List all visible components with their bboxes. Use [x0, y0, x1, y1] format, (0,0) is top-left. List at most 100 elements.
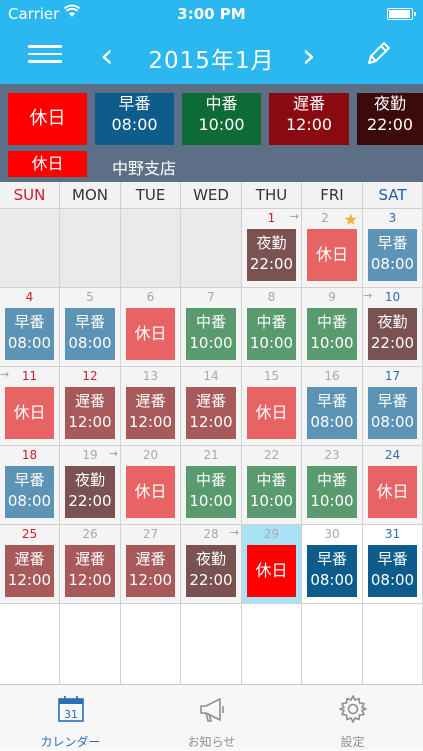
shift-type-chip[interactable]: 早番 08:00 [95, 93, 174, 145]
day-number: 25 [21, 527, 38, 541]
day-cell[interactable]: 6 休日 [121, 288, 181, 367]
day-cell[interactable]: 8 中番 10:00 [242, 288, 302, 367]
day-cell[interactable]: 15 休日 [242, 367, 302, 446]
day-cell[interactable]: 11 → 休日 [0, 367, 60, 446]
day-number: 26 [82, 527, 98, 541]
day-cell[interactable]: 28 → 夜勤 22:00 [181, 525, 242, 604]
day-cell[interactable]: 7 中番 10:00 [181, 288, 242, 367]
day-cell[interactable]: 24 休日 [363, 446, 423, 525]
day-cell[interactable]: 25 遅番 12:00 [0, 525, 60, 604]
shift-name: 早番 [74, 313, 105, 331]
day-number: 27 [142, 527, 159, 541]
shift-time: 12:00 [128, 413, 173, 431]
day-cell[interactable]: 1 → 夜勤 22:00 [242, 209, 302, 288]
shift-time: 08:00 [7, 492, 52, 510]
status-bar: Carrier 3:00 PM [0, 0, 423, 28]
day-number: 13 [142, 369, 159, 383]
day-cell[interactable]: 23 中番 10:00 [302, 446, 363, 525]
day-cell[interactable]: 5 早番 08:00 [60, 288, 121, 367]
shift-type-chip[interactable]: 中番 10:00 [182, 93, 261, 145]
shift-name: 中番 [316, 471, 347, 489]
day-cell[interactable]: 10 → 夜勤 22:00 [363, 288, 423, 367]
shift-type-chip[interactable]: 休日 [8, 93, 87, 145]
shift-badge: 休日 [5, 387, 54, 439]
edit-button[interactable] [362, 38, 394, 70]
shift-name: 休日 [315, 245, 348, 264]
shift-time: 10:00 [189, 334, 233, 352]
shift-name: 早番 [316, 550, 347, 568]
day-cell[interactable]: 12 遅番 12:00 [60, 367, 121, 446]
shift-badge: 夜勤 22:00 [186, 545, 236, 597]
empty-grid-column [181, 604, 242, 684]
shift-type-chip[interactable]: 遅番 12:00 [269, 93, 349, 145]
gear-icon [282, 693, 423, 725]
shift-name: 休日 [255, 561, 288, 580]
day-number: 15 [263, 369, 280, 383]
next-month-button[interactable]: › [302, 36, 316, 76]
day-cell[interactable]: 30 早番 08:00 [302, 525, 363, 604]
day-cell[interactable]: 16 早番 08:00 [302, 367, 363, 446]
pencil-icon [368, 42, 390, 64]
shift-time: 22:00 [249, 255, 294, 273]
shift-badge: 遅番 12:00 [126, 387, 175, 439]
month-title: 2015年1月 [148, 48, 275, 74]
day-cell[interactable]: 26 遅番 12:00 [60, 525, 121, 604]
shift-name: 休日 [13, 403, 46, 422]
shift-name: 遅番 [135, 550, 166, 568]
shift-time: 12:00 [128, 571, 173, 589]
shift-badge: 早番 08:00 [5, 466, 54, 518]
day-cell[interactable]: 20 休日 [121, 446, 181, 525]
shift-badge: 休日 [126, 466, 175, 518]
shift-badge: 夜勤 22:00 [247, 229, 296, 281]
tab-gear[interactable]: 設定 [282, 685, 423, 751]
weekday-mon: MON [60, 182, 121, 209]
shift-name: 中番 [316, 313, 347, 331]
tab-megaphone[interactable]: お知らせ [141, 685, 282, 751]
day-cell[interactable]: 29 休日 [242, 525, 302, 604]
shift-name: 夜勤 [74, 471, 105, 489]
shift-badge: 早番 08:00 [368, 229, 417, 281]
day-cell[interactable]: 31 早番 08:00 [363, 525, 423, 604]
calendar-icon: 31 [0, 693, 141, 725]
shift-badge: 休日 [247, 387, 296, 439]
day-cell[interactable]: 14 遅番 12:00 [181, 367, 242, 446]
day-cell[interactable]: 21 中番 10:00 [181, 446, 242, 525]
day-cell[interactable]: 27 遅番 12:00 [121, 525, 181, 604]
day-cell[interactable]: 3 早番 08:00 [363, 209, 423, 288]
carryover-arrow-icon: → [289, 210, 299, 223]
shift-time: 10:00 [310, 334, 354, 352]
shift-type-name: 中番 [205, 94, 238, 113]
day-cell[interactable]: 18 早番 08:00 [0, 446, 60, 525]
day-cell[interactable]: 9 中番 10:00 [302, 288, 363, 367]
shift-name: 遅番 [74, 550, 105, 568]
shift-name: 遅番 [74, 392, 105, 410]
day-cell[interactable]: 22 中番 10:00 [242, 446, 302, 525]
shift-name: 休日 [134, 324, 167, 343]
shift-type-name: 休日 [29, 108, 66, 129]
shift-time: 08:00 [370, 571, 415, 589]
star-icon: ★ [343, 210, 358, 229]
carryover-arrow-icon: → [229, 526, 239, 539]
day-cell[interactable]: 17 早番 08:00 [363, 367, 423, 446]
shift-time: 10:00 [249, 334, 294, 352]
nav-bar: ‹ 2015年1月 › [0, 28, 423, 84]
empty-week-row [0, 604, 423, 684]
day-number: 4 [25, 290, 34, 304]
empty-day-cell [181, 209, 242, 288]
shift-type-chip[interactable]: 夜勤 22:00 [357, 93, 423, 145]
day-cell[interactable]: 2 ★ 休日 [302, 209, 363, 288]
branch-holiday-chip[interactable]: 休日 [8, 151, 87, 177]
day-cell[interactable]: 4 早番 08:00 [0, 288, 60, 367]
shift-badge: 早番 08:00 [307, 545, 357, 597]
tab-calendar[interactable]: 31 カレンダー [0, 685, 141, 751]
shift-badge: 早番 08:00 [65, 308, 115, 360]
day-cell[interactable]: 13 遅番 12:00 [121, 367, 181, 446]
empty-day-cell [121, 209, 181, 288]
svg-text:31: 31 [64, 708, 78, 721]
shift-name: 早番 [14, 471, 45, 489]
carryover-arrow-icon: → [363, 289, 373, 302]
calendar-grid: 1 → 夜勤 22:00 2 ★ 休日 3 早番 08:00 4 早番 08:00 5 早番 08:00 6 休日… [0, 209, 423, 684]
day-cell[interactable]: 19 → 夜勤 22:00 [60, 446, 121, 525]
empty-grid-column [363, 604, 423, 684]
shift-badge: 中番 10:00 [186, 308, 236, 360]
